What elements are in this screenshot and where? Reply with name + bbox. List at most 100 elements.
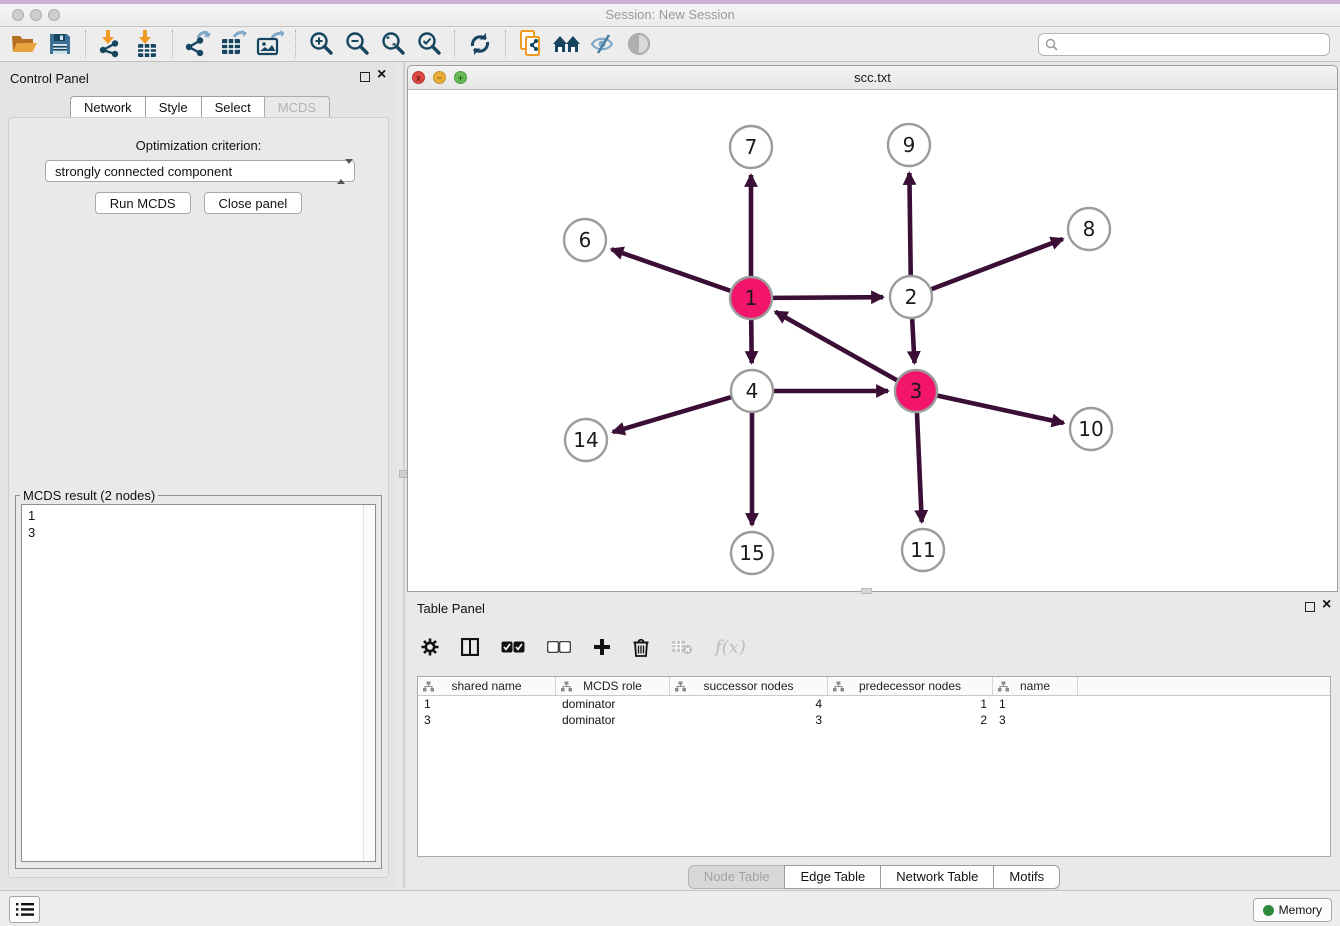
graph-node-15[interactable]: 15 [731, 532, 773, 574]
graph-node-10[interactable]: 10 [1070, 408, 1112, 450]
memory-status-icon [1263, 905, 1274, 916]
memory-label: Memory [1279, 903, 1322, 917]
tab-motifs[interactable]: Motifs [993, 865, 1060, 889]
save-session-button[interactable] [42, 28, 78, 60]
search-input[interactable] [1038, 33, 1330, 56]
clone-network-button[interactable] [513, 28, 549, 60]
select-all-button[interactable] [501, 641, 525, 653]
graph-node-8[interactable]: 8 [1068, 208, 1110, 250]
table-cell[interactable]: 3 [418, 712, 556, 728]
table-row[interactable]: 1dominator411 [418, 696, 1330, 712]
horizontal-splitter-grip[interactable] [861, 588, 872, 594]
sphere-button[interactable] [621, 28, 657, 60]
export-image-button[interactable] [252, 28, 288, 60]
graph-edge-3-10[interactable] [937, 396, 1063, 423]
add-column-button[interactable] [593, 638, 611, 656]
tab-edge-table[interactable]: Edge Table [784, 865, 881, 889]
table-cell[interactable]: 3 [670, 712, 828, 728]
table-panel-close-icon[interactable]: × [1322, 596, 1331, 614]
zoom-in-button[interactable] [303, 28, 339, 60]
zoom-selected-button[interactable] [411, 28, 447, 60]
graph-node-6[interactable]: 6 [564, 219, 606, 261]
graph-edge-2-9[interactable] [909, 173, 910, 275]
table-cell[interactable]: 4 [670, 696, 828, 712]
delete-table-button[interactable] [671, 639, 693, 655]
table-cell[interactable]: 1 [418, 696, 556, 712]
delete-column-button[interactable] [633, 638, 649, 657]
graph-edge-1-6[interactable] [611, 249, 730, 291]
close-panel-button[interactable]: Close panel [204, 192, 303, 214]
tab-network[interactable]: Network [70, 96, 146, 119]
export-network-button[interactable] [180, 28, 216, 60]
memory-button[interactable]: Memory [1253, 898, 1332, 922]
graph-node-4[interactable]: 4 [731, 370, 773, 412]
hide-panel-button[interactable] [585, 28, 621, 60]
control-panel-float-icon[interactable] [360, 72, 370, 82]
graph-node-9[interactable]: 9 [888, 124, 930, 166]
network-graph-canvas[interactable]: 1 2 3 4 6 7 8 9 10 11 14 15 [408, 90, 1337, 591]
save-disk-icon [49, 33, 71, 55]
svg-text:10: 10 [1078, 417, 1103, 441]
node-table[interactable]: shared nameMCDS rolesuccessor nodesprede… [417, 676, 1331, 857]
dropdown-stepper-icon [337, 164, 348, 180]
tab-network-table[interactable]: Network Table [880, 865, 994, 889]
control-panel-close-icon[interactable]: × [377, 66, 386, 84]
task-history-button[interactable] [9, 896, 40, 923]
graph-edge-1-2[interactable] [773, 297, 883, 298]
toolbar-separator [505, 30, 506, 58]
graph-node-3[interactable]: 3 [895, 370, 937, 412]
table-panel-tabs: Node Table Edge Table Network Table Moti… [407, 865, 1340, 889]
zoom-fit-button[interactable] [375, 28, 411, 60]
graph-node-11[interactable]: 11 [902, 529, 944, 571]
tab-mcds[interactable]: MCDS [264, 96, 330, 119]
table-cell[interactable]: dominator [556, 712, 670, 728]
toolbar-separator [295, 30, 296, 58]
column-header-MCDS-role[interactable]: MCDS role [556, 677, 670, 695]
graph-edge-4-14[interactable] [613, 397, 731, 432]
graph-node-14[interactable]: 14 [565, 419, 607, 461]
status-bar: Memory [0, 890, 1340, 926]
tab-node-table[interactable]: Node Table [688, 865, 786, 889]
import-table-button[interactable] [129, 28, 165, 60]
column-view-button[interactable] [461, 638, 479, 656]
search-icon [1045, 38, 1058, 51]
criterion-dropdown[interactable]: strongly connected component [45, 160, 355, 182]
graph-node-1[interactable]: 1 [730, 277, 772, 319]
table-cell[interactable]: 1 [828, 696, 993, 712]
mcds-result-scrollbar[interactable] [363, 505, 375, 861]
refresh-button[interactable] [462, 28, 498, 60]
table-row[interactable]: 3dominator323 [418, 712, 1330, 728]
tab-style[interactable]: Style [145, 96, 202, 119]
table-cell[interactable]: 2 [828, 712, 993, 728]
network-window-title: scc.txt [408, 70, 1337, 85]
table-cell[interactable]: 3 [993, 712, 1078, 728]
run-mcds-button[interactable]: Run MCDS [95, 192, 191, 214]
zoom-out-button[interactable] [339, 28, 375, 60]
open-session-button[interactable] [6, 28, 42, 60]
table-cell[interactable]: dominator [556, 696, 670, 712]
settings-gear-button[interactable] [421, 638, 439, 656]
mcds-result-textarea[interactable]: 1 3 [21, 504, 376, 862]
deselect-all-button[interactable] [547, 641, 571, 653]
graph-node-7[interactable]: 7 [730, 126, 772, 168]
column-header-shared-name[interactable]: shared name [418, 677, 556, 695]
graph-node-2[interactable]: 2 [890, 276, 932, 318]
table-cell[interactable]: 1 [993, 696, 1078, 712]
tab-select[interactable]: Select [201, 96, 265, 119]
export-table-button[interactable] [216, 28, 252, 60]
graph-edge-3-1[interactable] [775, 312, 896, 380]
import-network-button[interactable] [93, 28, 129, 60]
graph-edge-3-11[interactable] [917, 413, 922, 522]
table-panel-float-icon[interactable] [1305, 602, 1315, 612]
graph-edge-2-8[interactable] [932, 239, 1063, 289]
graph-edge-2-3[interactable] [912, 319, 914, 363]
home-layout-button[interactable] [549, 28, 585, 60]
column-header-predecessor-nodes[interactable]: predecessor nodes [828, 677, 993, 695]
export-network-icon [184, 30, 212, 58]
function-builder-icon[interactable]: f(x) [715, 637, 746, 658]
plus-icon [593, 638, 611, 656]
sphere-icon [627, 32, 651, 56]
network-window-titlebar[interactable]: x − + scc.txt [408, 66, 1337, 90]
column-header-successor-nodes[interactable]: successor nodes [670, 677, 828, 695]
column-header-name[interactable]: name [993, 677, 1078, 695]
